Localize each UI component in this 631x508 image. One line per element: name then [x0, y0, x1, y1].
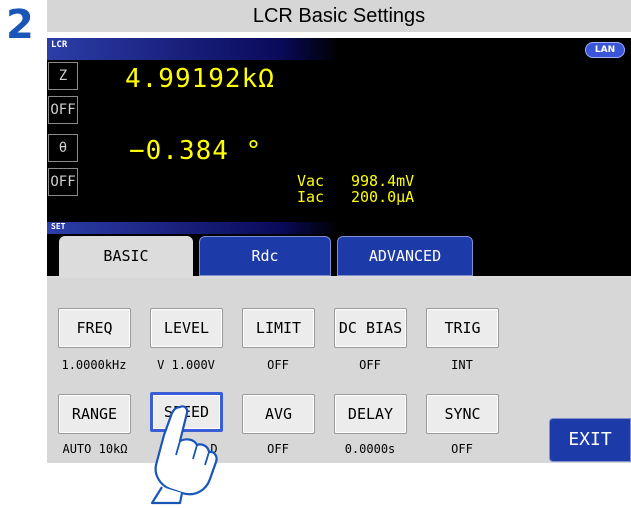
set-status-bar: SET — [47, 222, 631, 234]
exit-button[interactable]: EXIT — [549, 418, 631, 462]
level-button[interactable]: LEVEL — [150, 308, 223, 348]
param1-value: 4.99192kΩ — [125, 64, 275, 94]
param1-off-toggle[interactable]: OFF — [48, 96, 78, 124]
param1-selector[interactable]: Z — [48, 62, 78, 90]
limit-value: OFF — [267, 358, 289, 372]
freq-button[interactable]: FREQ — [58, 308, 131, 348]
delay-value: 0.0000s — [344, 442, 396, 456]
avg-button[interactable]: AVG — [242, 394, 315, 434]
sync-value: OFF — [451, 442, 473, 456]
lan-indicator: LAN — [585, 42, 625, 58]
tab-advanced[interactable]: ADVANCED — [337, 236, 473, 276]
vac-label: Vac — [297, 172, 325, 190]
trig-value: INT — [451, 358, 473, 372]
step-number: 2 — [6, 2, 34, 48]
limit-button[interactable]: LIMIT — [242, 308, 315, 348]
tab-rdc[interactable]: Rdc — [199, 236, 331, 276]
tab-divider — [47, 276, 631, 278]
param2-off-toggle[interactable]: OFF — [48, 168, 78, 196]
sync-button[interactable]: SYNC — [426, 394, 499, 434]
param2-selector[interactable]: θ — [48, 134, 78, 162]
param2-value: −0.384 ° — [129, 136, 263, 166]
dc-bias-value: OFF — [359, 358, 381, 372]
set-label: SET — [51, 222, 66, 231]
vac-value: 998.4mV — [351, 172, 415, 190]
iac-label: Iac — [297, 188, 325, 206]
tab-basic[interactable]: BASIC — [59, 236, 193, 276]
delay-button[interactable]: DELAY — [334, 394, 407, 434]
trig-button[interactable]: TRIG — [426, 308, 499, 348]
instrument-screen: LCR LAN Z OFF 4.99192kΩ θ OFF −0.384 ° V… — [47, 38, 631, 463]
range-button[interactable]: RANGE — [58, 394, 131, 434]
dc-bias-button[interactable]: DC BIAS — [334, 308, 407, 348]
range-value: AUTO 10kΩ — [62, 442, 128, 456]
mode-status-bar: LCR LAN — [47, 38, 631, 60]
iac-value: 200.0μA — [351, 188, 415, 206]
avg-value: OFF — [267, 442, 289, 456]
page-title: LCR Basic Settings — [47, 0, 631, 32]
level-value: V 1.000V — [157, 358, 215, 372]
settings-panel: BASIC Rdc ADVANCED FREQ LEVEL LIMIT DC B… — [47, 234, 631, 463]
pointing-hand-icon — [150, 405, 218, 505]
mode-label: LCR — [51, 40, 68, 50]
freq-value: 1.0000kHz — [61, 358, 127, 372]
